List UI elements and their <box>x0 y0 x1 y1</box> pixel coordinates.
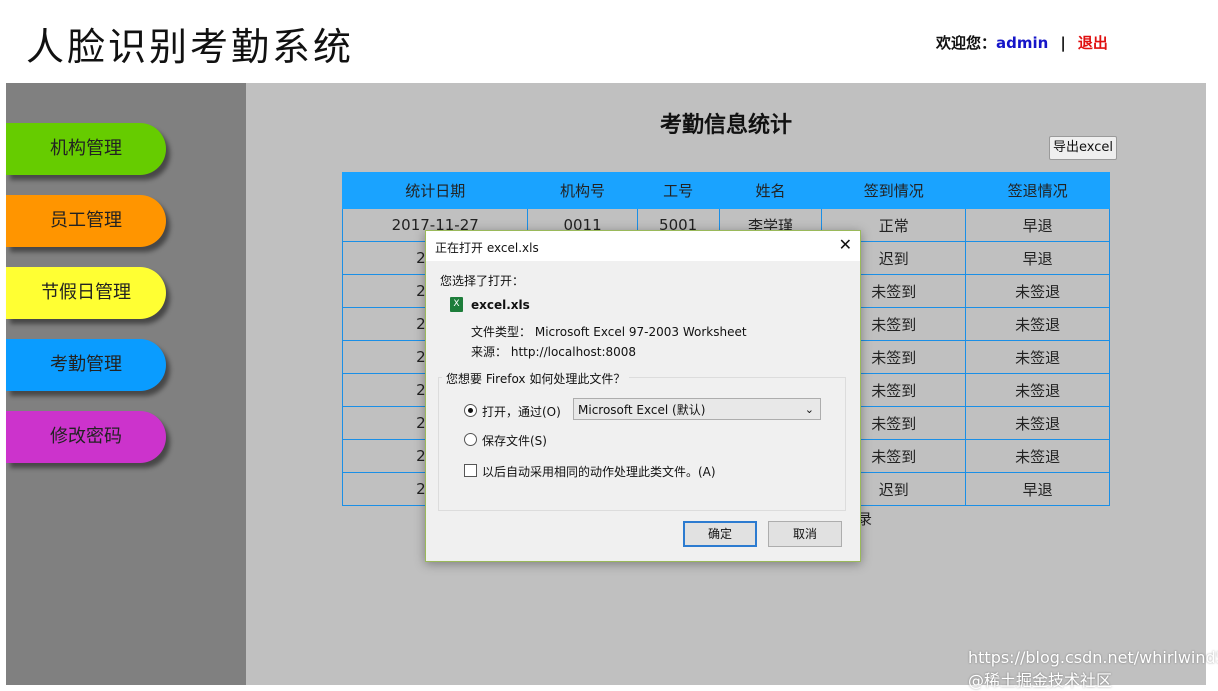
sidebar-item-attendance[interactable]: 考勤管理 <box>6 339 166 391</box>
col-header-date: 统计日期 <box>341 172 529 209</box>
close-icon[interactable]: ✕ <box>839 235 852 254</box>
save-file-label[interactable]: 保存文件(S) <box>482 432 547 449</box>
dialog-title: 正在打开 excel.xls <box>435 241 539 255</box>
sidebar-item-holiday[interactable]: 节假日管理 <box>6 267 166 319</box>
source-value: http://localhost:8008 <box>510 345 637 359</box>
separator: | <box>1060 34 1066 52</box>
header: 人脸识别考勤系统 欢迎您：admin | 退出 <box>6 0 1206 83</box>
source-line: 来源： http://localhost:8008 <box>471 343 636 360</box>
dialog-titlebar: 正在打开 excel.xls ✕ <box>426 231 860 261</box>
open-with-label[interactable]: 打开，通过(O) <box>482 403 561 420</box>
table-cell: 未签退 <box>965 439 1110 473</box>
export-excel-button[interactable]: 导出excel <box>1049 136 1117 160</box>
welcome-text: 欢迎您： <box>936 34 997 52</box>
col-header-name: 姓名 <box>718 172 823 209</box>
excel-file-icon: X <box>450 297 463 312</box>
action-question: 您想要 Firefox 如何处理此文件？ <box>442 370 630 387</box>
file-type-value: Microsoft Excel 97-2003 Worksheet <box>534 325 747 339</box>
table-header-row: 统计日期 机构号 工号 姓名 签到情况 签退情况 <box>341 172 1110 209</box>
chevron-down-icon: ⌄ <box>804 403 814 416</box>
page-title: 考勤信息统计 <box>659 113 792 138</box>
dialog-prompt: 您选择了打开： <box>440 274 525 288</box>
sidebar-item-org[interactable]: 机构管理 <box>6 123 166 175</box>
open-file-dialog: 正在打开 excel.xls ✕ 您选择了打开： X excel.xls 文件类… <box>425 230 861 562</box>
file-name: excel.xls <box>471 298 530 312</box>
table-cell: 早退 <box>965 472 1110 506</box>
save-file-radio[interactable] <box>464 433 477 446</box>
sidebar-item-staff[interactable]: 员工管理 <box>6 195 166 247</box>
table-cell: 早退 <box>965 241 1110 275</box>
open-with-radio[interactable] <box>464 404 477 417</box>
source-label: 来源： <box>471 345 508 359</box>
col-header-checkout: 签退情况 <box>965 172 1110 209</box>
cancel-button[interactable]: 取消 <box>768 521 842 547</box>
user-area: 欢迎您：admin | 退出 <box>936 32 1108 53</box>
watermark: https://blog.csdn.net/whirlwind526 @稀土掘金… <box>968 648 1218 690</box>
ok-button[interactable]: 确定 <box>683 521 757 547</box>
table-cell: 未签退 <box>965 307 1110 341</box>
col-header-org: 机构号 <box>527 172 638 209</box>
table-cell: 未签退 <box>965 373 1110 407</box>
table-cell: 早退 <box>965 208 1110 242</box>
file-type-line: 文件类型： Microsoft Excel 97-2003 Worksheet <box>471 323 747 340</box>
table-cell: 未签退 <box>965 340 1110 374</box>
app-logo: 人脸识别考勤系统 <box>26 25 355 69</box>
open-with-app: Microsoft Excel (默认) <box>578 403 706 417</box>
table-cell: 未签退 <box>965 406 1110 440</box>
table-cell: 未签退 <box>965 274 1110 308</box>
col-header-checkin: 签到情况 <box>821 172 967 209</box>
logout-link[interactable]: 退出 <box>1078 34 1108 52</box>
auto-action-checkbox[interactable] <box>464 464 477 477</box>
username: admin <box>996 34 1049 52</box>
col-header-id: 工号 <box>636 172 720 209</box>
sidebar: 机构管理 员工管理 节假日管理 考勤管理 修改密码 <box>6 83 246 685</box>
sidebar-item-password[interactable]: 修改密码 <box>6 411 166 463</box>
open-with-select[interactable]: Microsoft Excel (默认) ⌄ <box>573 398 821 420</box>
file-type-label: 文件类型： <box>471 325 532 339</box>
auto-action-label[interactable]: 以后自动采用相同的动作处理此类文件。(A) <box>482 463 716 480</box>
